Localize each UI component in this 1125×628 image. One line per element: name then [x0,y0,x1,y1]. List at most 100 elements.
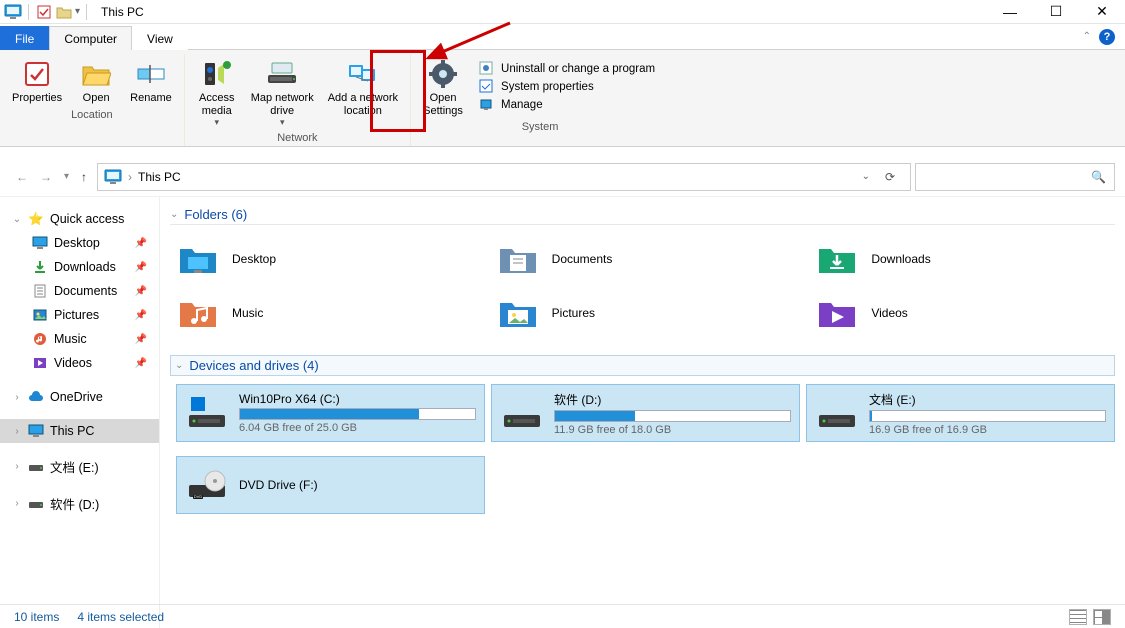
drive-icon [28,496,44,512]
downloads-icon [32,259,48,275]
uninstall-icon [479,61,495,77]
collapse-ribbon-icon[interactable]: ⌃ [1083,31,1091,42]
nav-qa-pictures[interactable]: Pictures📌 [0,303,159,327]
properties-icon [21,58,53,90]
folder-desktop[interactable]: Desktop [176,235,476,283]
open-button[interactable]: Open [72,54,120,107]
up-button[interactable]: ↑ [81,170,87,184]
drive-icon [28,459,44,475]
ribbon-group-location: Properties Open Rename Location [0,54,185,146]
content-pane: ⌄ Folders (6) Desktop Documents Downloads M… [160,197,1125,628]
map-network-drive-button[interactable]: Map network drive ▾ [247,54,318,130]
chevron-down-icon: ⌄ [12,214,22,225]
cloud-icon [28,389,44,405]
pin-icon: 📌 [135,334,155,345]
usage-bar [239,408,476,420]
music-icon [32,331,48,347]
usage-bar [869,410,1106,422]
nav-onedrive[interactable]: › OneDrive [0,385,159,409]
refresh-button[interactable]: ⟳ [876,170,904,184]
history-dropdown-icon[interactable]: ▾ [64,171,69,182]
system-properties-icon [479,79,495,95]
open-folder-icon [80,58,112,90]
icons-view-button[interactable] [1093,609,1111,625]
chevron-down-icon: ⌄ [175,360,183,371]
folder-downloads[interactable]: Downloads [815,235,1115,283]
dvd-drive-icon: DVD [185,465,229,505]
drives-group-header[interactable]: ⌄ Devices and drives (4) [170,355,1115,376]
nav-qa-videos[interactable]: Videos📌 [0,351,159,375]
window-title: This PC [101,5,144,19]
manage-icon [479,97,495,113]
folders-group-header[interactable]: ⌄ Folders (6) [170,205,1115,225]
drive-icon [500,393,544,433]
videos-icon [32,355,48,371]
manage-button[interactable]: Manage [479,97,655,113]
minimize-button[interactable]: — [987,0,1033,24]
status-selected-count: 4 items selected [77,610,164,624]
address-bar[interactable]: › This PC ⌄ ⟳ [97,163,911,191]
folder-videos[interactable]: Videos [815,289,1115,337]
drive-item[interactable]: 软件 (D:)11.9 GB free of 18.0 GB [491,384,800,442]
add-network-location-button[interactable]: Add a network location [324,54,402,130]
access-media-button[interactable]: Access media ▾ [193,54,241,130]
search-icon: 🔍 [1091,170,1106,184]
tab-computer[interactable]: Computer [49,26,132,51]
navigation-bar: ← → ▾ ↑ › This PC ⌄ ⟳ 🔍 [0,157,1125,197]
access-media-icon [201,58,233,90]
nav-quick-access[interactable]: ⌄ ⭐ Quick access [0,207,159,231]
folder-documents[interactable]: Documents [496,235,796,283]
back-button[interactable]: ← [16,170,28,184]
folder-icon[interactable] [55,3,73,21]
dropdown-icon: ▾ [280,117,285,128]
rename-button[interactable]: Rename [126,54,176,107]
rename-icon [135,58,167,90]
nav-qa-desktop[interactable]: Desktop📌 [0,231,159,255]
qat-dropdown-icon[interactable]: ▾ [75,6,80,17]
system-properties-button[interactable]: System properties [479,79,655,95]
properties-button[interactable]: Properties [8,54,66,107]
folder-icon [815,239,859,279]
nav-qa-documents[interactable]: Documents📌 [0,279,159,303]
add-location-icon [347,58,379,90]
ribbon-group-system: Open Settings Uninstall or change a prog… [411,54,669,146]
ribbon-group-network: Access media ▾ Map network drive ▾ Add a… [185,54,411,146]
search-input[interactable]: 🔍 [915,163,1115,191]
drive-item[interactable]: Win10Pro X64 (C:)6.04 GB free of 25.0 GB [176,384,485,442]
maximize-button[interactable]: ☐ [1033,0,1079,24]
nav-this-pc[interactable]: › This PC [0,419,159,443]
quick-access-toolbar: ▾ [0,3,95,21]
uninstall-program-button[interactable]: Uninstall or change a program [479,61,655,77]
tab-view[interactable]: View [132,26,188,51]
address-dropdown-icon[interactable]: ⌄ [862,171,870,182]
folder-icon [496,293,540,333]
folder-icon [496,239,540,279]
open-settings-button[interactable]: Open Settings [419,54,467,119]
nav-drive-d[interactable]: › 软件 (D:) [0,490,159,517]
group-label-network: Network [277,132,317,144]
forward-button[interactable]: → [40,170,52,184]
breadcrumb[interactable]: This PC [138,170,181,184]
svg-text:DVD: DVD [194,494,203,499]
folder-icon [815,293,859,333]
close-button[interactable]: ✕ [1079,0,1125,24]
help-icon[interactable]: ? [1099,29,1115,45]
desktop-icon [32,235,48,251]
tab-file[interactable]: File [0,26,49,51]
qat-properties-icon[interactable] [35,3,53,21]
pin-icon: 📌 [135,286,155,297]
folder-pictures[interactable]: Pictures [496,289,796,337]
folder-music[interactable]: Music [176,289,476,337]
drive-icon [815,393,859,433]
nav-qa-downloads[interactable]: Downloads📌 [0,255,159,279]
pin-icon: 📌 [135,238,155,249]
details-view-button[interactable] [1069,609,1087,625]
chevron-down-icon: ⌄ [170,209,178,220]
nav-drive-e[interactable]: › 文档 (E:) [0,453,159,480]
chevron-right-icon: › [12,426,22,437]
drive-item[interactable]: 文档 (E:)16.9 GB free of 16.9 GB [806,384,1115,442]
drive-dvd[interactable]: DVD DVD Drive (F:) [176,456,485,514]
nav-qa-music[interactable]: Music📌 [0,327,159,351]
status-item-count: 10 items [14,610,59,624]
gear-icon [427,58,459,90]
